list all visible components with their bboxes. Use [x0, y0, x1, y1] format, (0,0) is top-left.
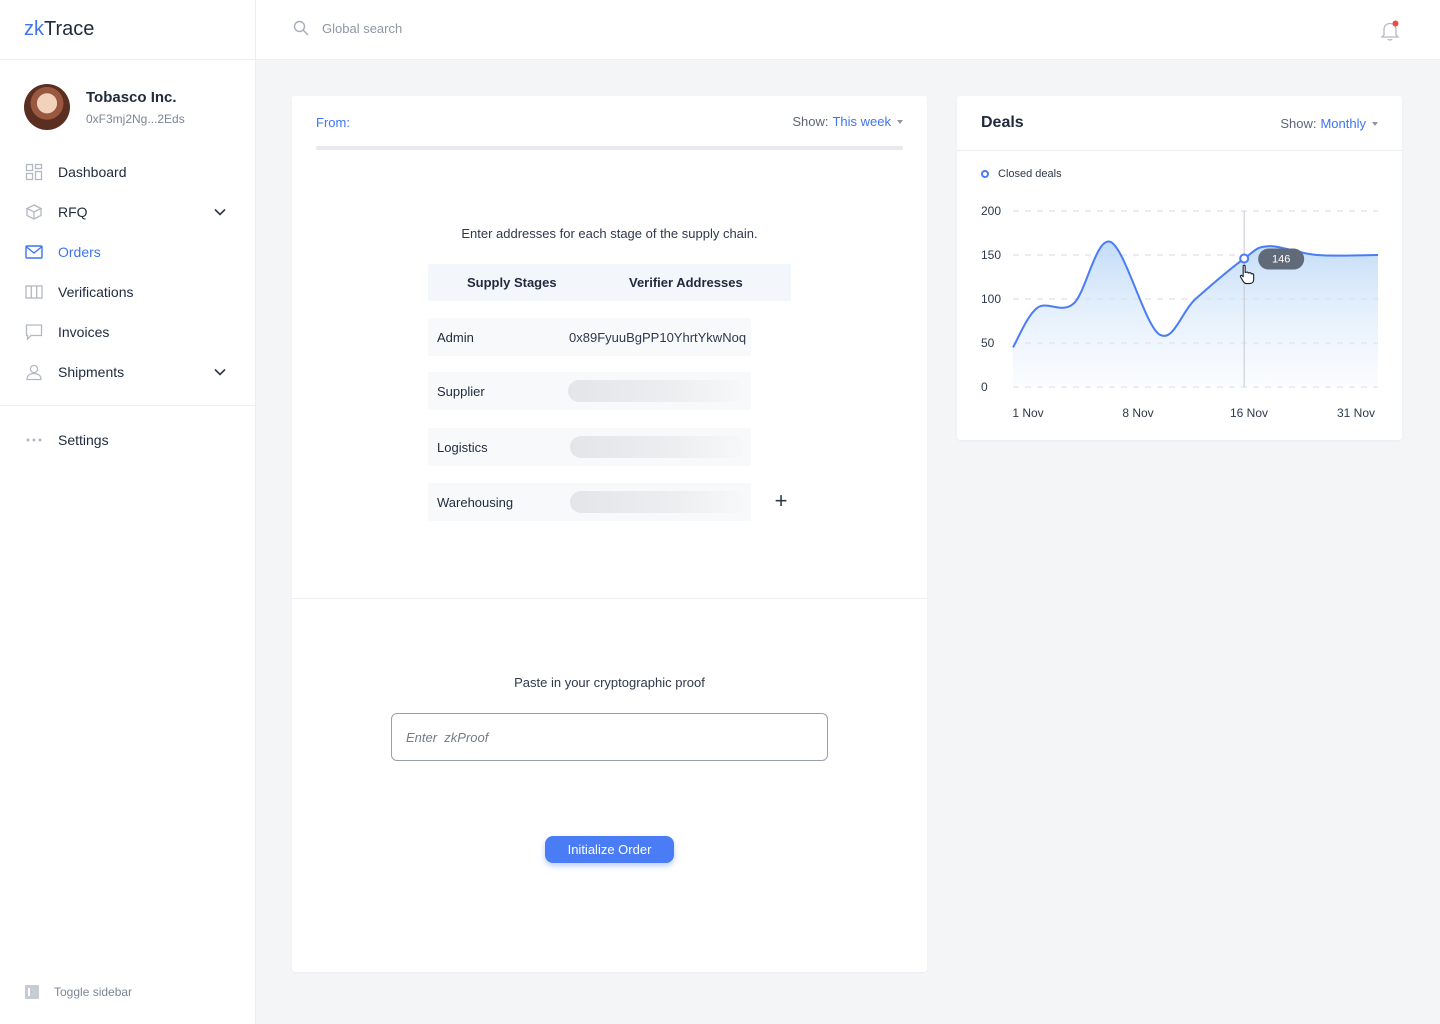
rfq-icon: [24, 202, 44, 222]
period-dropdown[interactable]: Show: This week: [792, 114, 903, 129]
zkproof-input[interactable]: [391, 713, 828, 761]
caret-down-icon: [897, 119, 903, 124]
chat-icon: [24, 322, 44, 342]
stage-name: Admin: [437, 329, 474, 345]
stages-table-header: Supply Stages Verifier Addresses: [428, 264, 791, 301]
logo-prefix: zk: [24, 18, 44, 40]
chevron-down-icon[interactable]: [213, 365, 227, 379]
sidebar-item-settings[interactable]: Settings: [0, 420, 255, 460]
stage-address[interactable]: 0x89FyuuBgPP10YhrtYkwNoq: [569, 330, 746, 345]
y-tick-label: 100: [981, 292, 1001, 306]
x-tick-label: 8 Nov: [1122, 406, 1153, 420]
more-horizontal-icon: [24, 430, 44, 450]
sidebar-toggle-icon: [24, 984, 40, 1000]
sidebar-item-verifications[interactable]: Verifications: [0, 272, 255, 312]
sidebar-item-label: Orders: [58, 244, 101, 260]
sidebar-item-label: RFQ: [58, 204, 88, 220]
series-area: [1013, 241, 1378, 387]
logo-suffix: Trace: [44, 18, 95, 40]
toggle-sidebar-label: Toggle sidebar: [54, 985, 133, 999]
chevron-down-icon[interactable]: [213, 205, 227, 219]
column-header-addresses: Verifier Addresses: [629, 275, 743, 290]
stage-name: Logistics: [437, 439, 488, 455]
column-header-stages: Supply Stages: [467, 275, 557, 290]
card-divider: [292, 598, 927, 599]
stage-name: Warehousing: [437, 494, 514, 510]
sidebar-nav: Dashboard RFQ Orders Verifications Invoi…: [0, 150, 255, 460]
deals-chart[interactable]: 0 50 100 150 200 1 Nov 8 Nov 16 Nov 31 Nov 146: [957, 96, 1402, 440]
stage-name: Supplier: [437, 383, 485, 399]
sidebar-item-invoices[interactable]: Invoices: [0, 312, 255, 352]
stage-row-supplier: Supplier: [428, 372, 751, 410]
show-value: This week: [832, 114, 891, 129]
user-icon: [24, 362, 44, 382]
warehousing-address-input[interactable]: [570, 491, 745, 513]
sidebar-item-shipments[interactable]: Shipments: [0, 352, 255, 392]
columns-icon: [24, 282, 44, 302]
profile-address: 0xF3mj2Ng...2Eds: [86, 111, 185, 126]
tooltip-value: 146: [1272, 254, 1290, 266]
mail-icon: [24, 242, 44, 262]
stage-row-warehousing: Warehousing: [428, 483, 751, 521]
add-stage-button[interactable]: +: [772, 490, 790, 512]
sidebar-item-label: Settings: [58, 432, 109, 448]
x-tick-label: 16 Nov: [1230, 406, 1268, 420]
progress-track: [316, 146, 903, 150]
top-bar: [256, 0, 1440, 60]
logistics-address-input[interactable]: [570, 436, 745, 458]
show-label: Show:: [792, 114, 829, 129]
x-tick-label: 31 Nov: [1337, 406, 1375, 420]
avatar: [24, 84, 70, 130]
sidebar-item-label: Shipments: [58, 364, 125, 380]
profile[interactable]: Tobasco Inc. 0xF3mj2Ng...2Eds: [0, 60, 255, 150]
dashboard-icon: [24, 162, 44, 182]
sidebar-item-orders[interactable]: Orders: [0, 232, 255, 272]
x-tick-label: 1 Nov: [1012, 406, 1043, 420]
supply-chain-instruction: Enter addresses for each stage of the su…: [461, 226, 758, 241]
supplier-address-input[interactable]: [568, 380, 743, 402]
proof-label: Paste in your cryptographic proof: [514, 675, 705, 690]
from-label[interactable]: From:: [316, 115, 350, 130]
sidebar-item-label: Invoices: [58, 324, 110, 340]
search-input[interactable]: [322, 20, 622, 36]
toggle-sidebar-button[interactable]: Toggle sidebar: [24, 984, 132, 1000]
order-card: From: Show: This week Enter addresses fo…: [292, 96, 927, 972]
stage-row-logistics: Logistics: [428, 428, 751, 466]
sidebar-item-label: Verifications: [58, 284, 134, 300]
app-logo[interactable]: zk Trace: [0, 0, 255, 60]
stage-row-admin: Admin 0x89FyuuBgPP10YhrtYkwNoq: [428, 318, 751, 356]
initialize-order-button[interactable]: Initialize Order: [545, 836, 674, 863]
profile-name: Tobasco Inc.: [86, 88, 177, 106]
sidebar-item-rfq[interactable]: RFQ: [0, 192, 255, 232]
y-tick-label: 150: [981, 248, 1001, 262]
search-icon: [292, 19, 310, 37]
hover-point: [1239, 253, 1250, 264]
y-tick-label: 50: [981, 336, 995, 350]
global-search: [292, 19, 622, 37]
deals-card: Deals Show: Monthly Closed deals 0 50 100 1…: [957, 96, 1402, 440]
y-tick-label: 0: [981, 380, 988, 394]
y-tick-label: 200: [981, 204, 1001, 218]
sidebar-item-label: Dashboard: [58, 164, 127, 180]
nav-divider: [0, 405, 255, 406]
notification-bell-icon[interactable]: [1380, 20, 1400, 41]
sidebar-item-dashboard[interactable]: Dashboard: [0, 152, 255, 192]
sidebar: zk Trace Tobasco Inc. 0xF3mj2Ng...2Eds Da…: [0, 0, 256, 1024]
